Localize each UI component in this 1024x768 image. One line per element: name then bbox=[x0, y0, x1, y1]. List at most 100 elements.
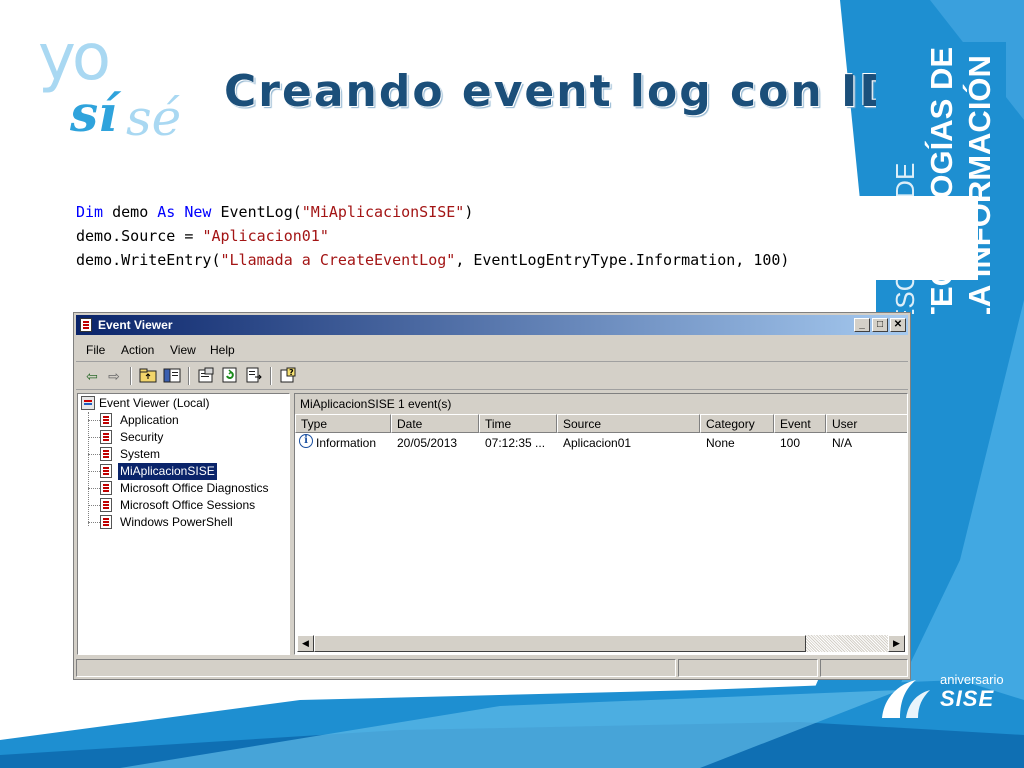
event-list-pane: MiAplicacionSISE 1 event(s) Type Date Ti… bbox=[294, 393, 908, 655]
window-title: Event Viewer bbox=[98, 318, 173, 332]
event-log-icon bbox=[100, 447, 112, 461]
tree-item-office-sessions[interactable]: Microsoft Office Sessions bbox=[78, 497, 283, 514]
code-keyword: As bbox=[157, 203, 176, 221]
minimize-button[interactable]: _ bbox=[854, 318, 870, 332]
export-icon[interactable] bbox=[244, 367, 264, 385]
cell-type: Information bbox=[316, 436, 377, 450]
status-panel-main bbox=[76, 659, 676, 677]
status-panel-2 bbox=[678, 659, 818, 677]
status-bar bbox=[76, 657, 908, 677]
code-line-2: demo.Source = "Aplicacion01" bbox=[76, 224, 978, 248]
forward-icon[interactable]: ⇨ bbox=[104, 367, 124, 385]
code-text: demo.Source = bbox=[76, 227, 203, 245]
scroll-right-icon[interactable]: ▶ bbox=[888, 635, 905, 652]
code-keyword: New bbox=[184, 203, 212, 221]
menu-help[interactable]: Help bbox=[210, 343, 235, 357]
logo-yo: yo bbox=[38, 21, 111, 95]
maximize-button[interactable]: □ bbox=[872, 318, 888, 332]
tree-item-label: Microsoft Office Diagnostics bbox=[120, 481, 269, 495]
slide-title: Creando event log con ID bbox=[224, 66, 898, 117]
show-tree-icon[interactable] bbox=[162, 367, 182, 385]
up-folder-icon[interactable] bbox=[138, 367, 158, 385]
scroll-thumb[interactable] bbox=[314, 635, 806, 652]
toolbar-separator bbox=[270, 367, 271, 385]
properties-icon[interactable] bbox=[196, 367, 216, 385]
event-log-icon bbox=[100, 464, 112, 478]
menu-view[interactable]: View bbox=[170, 343, 196, 357]
column-source[interactable]: Source bbox=[557, 414, 700, 433]
event-log-icon bbox=[100, 515, 112, 529]
computer-log-icon bbox=[81, 396, 95, 410]
column-time[interactable]: Time bbox=[479, 414, 557, 433]
tree-item-label: Application bbox=[120, 413, 179, 427]
title-bar[interactable]: Event Viewer _ □ ✕ bbox=[76, 315, 908, 335]
toolbar-separator bbox=[188, 367, 189, 385]
menu-action[interactable]: Action bbox=[121, 343, 154, 357]
tree-item-label: System bbox=[120, 447, 161, 461]
event-count: 1 event(s) bbox=[398, 397, 452, 411]
back-icon[interactable]: ⇦ bbox=[82, 367, 102, 385]
code-text: demo.WriteEntry( bbox=[76, 251, 221, 269]
cell-date: 20/05/2013 bbox=[397, 436, 458, 450]
event-viewer-app-icon bbox=[80, 318, 92, 332]
anniversary-logo: aniversario SISE bbox=[870, 664, 1020, 728]
toolbar-separator bbox=[130, 367, 131, 385]
yosise-logo: yo sí sé bbox=[38, 26, 188, 156]
help-icon[interactable]: ? bbox=[278, 367, 298, 385]
table-row[interactable]: i Information 20/05/2013 07:12:35 ... Ap… bbox=[295, 434, 907, 452]
code-line-3: demo.WriteEntry("Llamada a CreateEventLo… bbox=[76, 248, 978, 272]
close-button[interactable]: ✕ bbox=[890, 318, 906, 332]
column-category[interactable]: Category bbox=[700, 414, 774, 433]
event-log-icon bbox=[100, 430, 112, 444]
anniversary-bottom-text: SISE bbox=[940, 686, 995, 711]
event-viewer-window: Event Viewer _ □ ✕ File Action View Help… bbox=[73, 312, 911, 680]
column-date[interactable]: Date bbox=[391, 414, 479, 433]
logo-si: sí bbox=[70, 84, 118, 143]
column-type[interactable]: Type bbox=[295, 414, 391, 433]
tree-root-label: Event Viewer (Local) bbox=[99, 396, 210, 410]
code-line-1: Dim demo As New EventLog("MiAplicacionSI… bbox=[76, 200, 978, 224]
anniversary-mark-icon bbox=[882, 680, 930, 718]
tree-item-office-diagnostics[interactable]: Microsoft Office Diagnostics bbox=[78, 480, 283, 497]
horizontal-scrollbar[interactable]: ◀ ▶ bbox=[297, 635, 905, 652]
tree-item-label: Security bbox=[120, 430, 164, 444]
tree-item-system[interactable]: System bbox=[78, 446, 283, 463]
tree-item-label: MiAplicacionSISE bbox=[118, 463, 217, 480]
svg-text:?: ? bbox=[289, 368, 294, 377]
tree-pane[interactable]: Event Viewer (Local) Application Securit… bbox=[77, 393, 290, 655]
code-string: "MiAplicacionSISE" bbox=[301, 203, 465, 221]
menu-bar: File Action View Help bbox=[76, 339, 908, 362]
menu-file[interactable]: File bbox=[86, 343, 105, 357]
scroll-left-icon[interactable]: ◀ bbox=[297, 635, 314, 652]
code-keyword: Dim bbox=[76, 203, 104, 221]
cell-event: 100 bbox=[780, 436, 801, 450]
cell-time: 07:12:35 ... bbox=[485, 436, 546, 450]
logo-se: sé bbox=[126, 89, 182, 147]
event-log-icon bbox=[100, 413, 112, 427]
column-headers: Type Date Time Source Category Event Use… bbox=[295, 414, 907, 433]
code-string: "Aplicacion01" bbox=[202, 227, 329, 245]
code-text: demo bbox=[103, 203, 158, 221]
tree-item-miaplicacionsise[interactable]: MiAplicacionSISE bbox=[78, 463, 283, 480]
column-event[interactable]: Event bbox=[774, 414, 826, 433]
code-string: "Llamada a CreateEventLog" bbox=[220, 251, 456, 269]
event-log-icon bbox=[100, 498, 112, 512]
code-text: EventLog( bbox=[211, 203, 302, 221]
column-user[interactable]: User bbox=[826, 414, 907, 433]
list-header: MiAplicacionSISE 1 event(s) bbox=[295, 394, 907, 415]
refresh-icon[interactable] bbox=[220, 367, 240, 385]
scroll-track[interactable] bbox=[806, 635, 888, 652]
tree-item-security[interactable]: Security bbox=[78, 429, 283, 446]
log-name: MiAplicacionSISE bbox=[300, 397, 395, 411]
tree-item-application[interactable]: Application bbox=[78, 412, 283, 429]
tree-item-label: Windows PowerShell bbox=[120, 515, 233, 529]
cell-category: None bbox=[706, 436, 735, 450]
tree-item-powershell[interactable]: Windows PowerShell bbox=[78, 514, 283, 531]
cell-user: N/A bbox=[832, 436, 853, 450]
event-log-icon bbox=[100, 481, 112, 495]
information-icon: i bbox=[299, 434, 313, 448]
code-text: ) bbox=[464, 203, 474, 221]
toolbar: ⇦ ⇨ ? bbox=[76, 363, 908, 390]
tree-item-label: Microsoft Office Sessions bbox=[120, 498, 256, 512]
code-text: , EventLogEntryType.Information, 100) bbox=[455, 251, 790, 269]
